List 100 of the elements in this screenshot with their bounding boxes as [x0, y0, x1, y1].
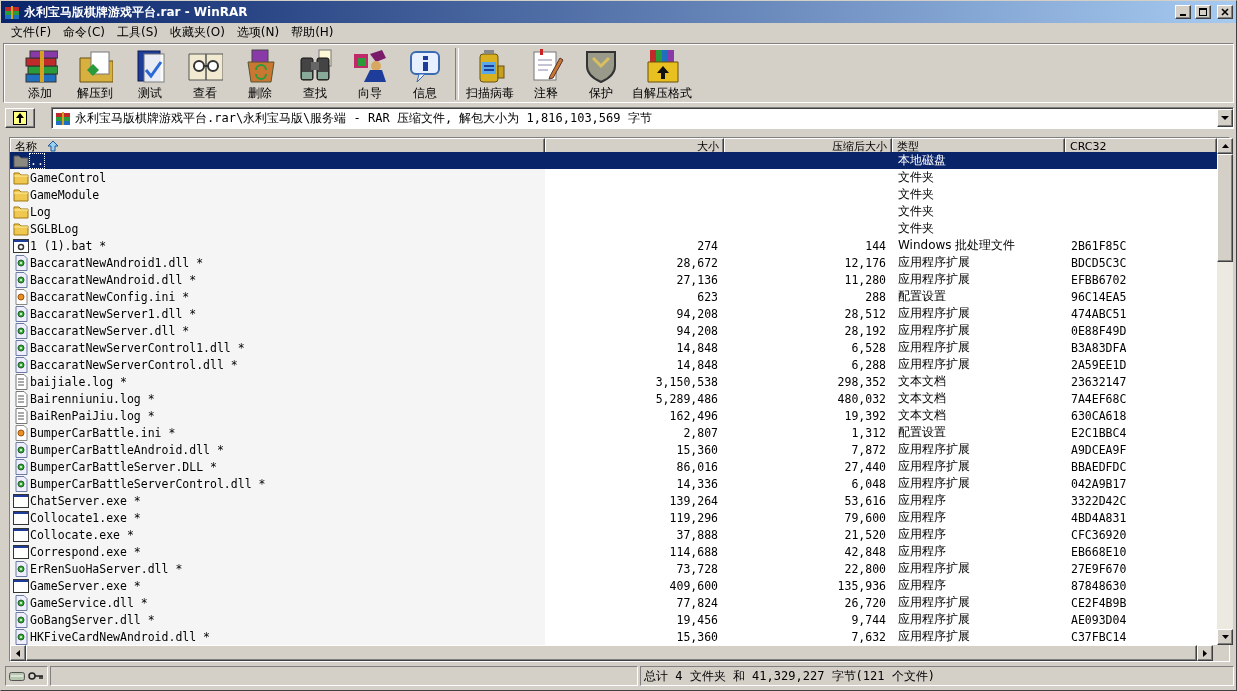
file-row[interactable]: Collocate1.exe * 119,296 79,600 应用程序 4BD4A831 [10, 509, 1217, 526]
file-name: BaccaratNewAndroid1.dll * [30, 255, 204, 270]
column-header[interactable]: 类型 [892, 138, 1065, 152]
file-row[interactable]: .. 本地磁盘 [10, 152, 1217, 169]
file-row[interactable]: BaccaratNewConfig.ini * 623 288 配置设置 96C14EA5 [10, 288, 1217, 305]
toolbar-button[interactable]: 添加 [12, 46, 67, 104]
file-row[interactable]: Collocate.exe * 37,888 21,520 应用程序 CFC36920 [10, 526, 1217, 543]
file-row[interactable]: BumperCarBattleServer.DLL * 86,016 27,440 应用程序扩展 BBAEDFDC [10, 458, 1217, 475]
menu-item[interactable]: 工具(S) [111, 23, 164, 41]
dropdown-button[interactable] [1217, 109, 1233, 127]
menu-item[interactable]: 命令(C) [57, 23, 111, 41]
menu-item[interactable]: 选项(N) [230, 23, 286, 41]
file-type: 应用程序 [898, 493, 946, 507]
vertical-scrollbar[interactable] [1217, 138, 1233, 645]
column-header[interactable]: CRC32 [1065, 138, 1217, 152]
file-type: 应用程序扩展 [898, 357, 970, 371]
file-type: 应用程序扩展 [898, 459, 970, 473]
packed-size: 6,048 [851, 476, 886, 491]
document-gear-icon [13, 424, 29, 441]
file-row[interactable]: ChatServer.exe * 139,264 53,616 应用程序 3322D42C [10, 492, 1217, 509]
file-name: BumperCarBattleAndroid.dll * [30, 442, 224, 457]
file-row[interactable]: 1 (1).bat * 274 144 Windows 批处理文件 2B61F85C [10, 237, 1217, 254]
file-row[interactable]: BaccaratNewServer1.dll * 94,208 28,512 应用程序扩展 474ABC51 [10, 305, 1217, 322]
packed-size: 27,440 [844, 459, 886, 474]
crc-value: 23632147 [1071, 374, 1127, 389]
toolbar-button[interactable]: 查看 [177, 46, 232, 104]
caret-right-icon [1203, 649, 1207, 657]
arrow-up-icon [13, 111, 27, 125]
toolbar-button[interactable]: 向导 [342, 46, 397, 104]
file-size: 86,016 [676, 459, 718, 474]
toolbar-button[interactable]: 扫描病毒 [462, 46, 518, 104]
toolbar-button[interactable]: 保护 [573, 46, 628, 104]
file-size: 139,264 [669, 493, 718, 508]
file-row[interactable]: BaiRenPaiJiu.log * 162,496 19,392 文本文档 630CA618 [10, 407, 1217, 424]
document-gear-icon [13, 628, 29, 645]
file-row[interactable]: BumperCarBattleAndroid.dll * 15,360 7,872 应用程序扩展 A9DCEA9F [10, 441, 1217, 458]
column-header[interactable]: 大小 [545, 138, 724, 152]
toolbar-button[interactable]: 注释 [518, 46, 573, 104]
window-title: 永利宝马版棋牌游戏平台.rar - WinRAR [24, 3, 249, 21]
file-row[interactable]: GameControl 文件夹 [10, 169, 1217, 186]
scrollbar-corner [1213, 645, 1229, 661]
scroll-left-button[interactable] [10, 645, 26, 661]
close-button[interactable] [1217, 5, 1233, 19]
packed-size: 21,520 [844, 527, 886, 542]
crc-value: B3A83DFA [1071, 340, 1127, 355]
menu-item[interactable]: 文件(F) [5, 23, 58, 41]
file-row[interactable]: baijiale.log * 3,150,538 298,352 文本文档 23632147 [10, 373, 1217, 390]
toolbar-button[interactable]: 查找 [287, 46, 342, 104]
scroll-right-button[interactable] [1197, 645, 1213, 661]
file-row[interactable]: GameService.dll * 77,824 26,720 应用程序扩展 CE2F4B9B [10, 594, 1217, 611]
file-row[interactable]: BumperCarBattleServerControl.dll * 14,336 6,048 应用程序扩展 042A9B17 [10, 475, 1217, 492]
scroll-up-button[interactable] [1217, 138, 1233, 154]
maximize-button[interactable] [1195, 5, 1211, 19]
file-type: 应用程序扩展 [898, 595, 970, 609]
packed-size: 6,528 [851, 340, 886, 355]
file-size: 409,600 [669, 578, 718, 593]
scroll-down-button[interactable] [1217, 629, 1233, 645]
file-row[interactable]: GameModule 文件夹 [10, 186, 1217, 203]
toolbar-button[interactable]: 信息 [397, 46, 452, 104]
scroll-thumb[interactable] [1217, 154, 1233, 262]
file-row[interactable]: Correspond.exe * 114,688 42,848 应用程序 EB668E10 [10, 543, 1217, 560]
file-size: 3,150,538 [655, 374, 718, 389]
minimize-button[interactable] [1175, 5, 1191, 19]
file-row[interactable]: Log 文件夹 [10, 203, 1217, 220]
document-gear-icon [13, 611, 29, 628]
menu-item[interactable]: 收藏夹(O) [164, 23, 231, 41]
up-folder-button[interactable] [5, 108, 35, 128]
document-gear-icon [13, 271, 29, 288]
menu-item[interactable]: 帮助(H) [285, 23, 340, 41]
box-arrow-icon [644, 48, 680, 84]
file-name: BumperCarBattleServerControl.dll * [30, 476, 266, 491]
crc-value: E2C1BBC4 [1071, 425, 1127, 440]
file-row[interactable]: BaccaratNewServerControl.dll * 14,848 6,288 应用程序扩展 2A59EE1D [10, 356, 1217, 373]
file-row[interactable]: BaccaratNewServerControl1.dll * 14,848 6,528 应用程序扩展 B3A83DFA [10, 339, 1217, 356]
crc-value: 0E88F49D [1071, 323, 1127, 338]
wizard-figure-icon [351, 48, 388, 84]
file-row[interactable]: BaccaratNewServer.dll * 94,208 28,192 应用程序扩展 0E88F49D [10, 322, 1217, 339]
file-row[interactable]: BaccaratNewAndroid.dll * 27,136 11,280 应用程序扩展 EFBB6702 [10, 271, 1217, 288]
packed-size: 7,632 [851, 629, 886, 644]
file-row[interactable]: HKFiveCardNewAndroid.dll * 15,360 7,632 应用程序扩展 C37FBC14 [10, 628, 1217, 645]
column-header[interactable]: 名称 [10, 138, 545, 152]
file-row[interactable]: ErRenSuoHaServer.dll * 73,728 22,800 应用程序扩展 27E9F670 [10, 560, 1217, 577]
file-type: 应用程序 [898, 578, 946, 592]
file-row[interactable]: BumperCarBattle.ini * 2,807 1,312 配置设置 E2C1BBC4 [10, 424, 1217, 441]
file-row[interactable]: Bairenniuniu.log * 5,289,486 480,032 文本文档 7A4EF68C [10, 390, 1217, 407]
file-row[interactable]: SGLBLog 文件夹 [10, 220, 1217, 237]
document-gear-icon [13, 475, 29, 492]
file-size: 15,360 [676, 442, 718, 457]
file-row[interactable]: BaccaratNewAndroid1.dll * 28,672 12,176 应用程序扩展 BDCD5C3C [10, 254, 1217, 271]
crc-value: C37FBC14 [1071, 629, 1127, 644]
file-type: 应用程序扩展 [898, 340, 970, 354]
toolbar-button[interactable]: 删除 [232, 46, 287, 104]
toolbar-button[interactable]: 自解压格式 [628, 46, 696, 104]
toolbar-button[interactable]: 测试 [122, 46, 177, 104]
file-row[interactable]: GoBangServer.dll * 19,456 9,744 应用程序扩展 AE093D04 [10, 611, 1217, 628]
crc-value: 96C14EA5 [1071, 289, 1127, 304]
toolbar-button[interactable]: 解压到 [67, 46, 122, 104]
column-header[interactable]: 压缩后大小 [724, 138, 892, 152]
file-row[interactable]: GameServer.exe * 409,600 135,936 应用程序 87848630 [10, 577, 1217, 594]
path-field[interactable]: 永利宝马版棋牌游戏平台.rar\永利宝马版\服务端 - RAR 压缩文件, 解包大小为 1,816,103,569 字节 [51, 107, 1234, 129]
